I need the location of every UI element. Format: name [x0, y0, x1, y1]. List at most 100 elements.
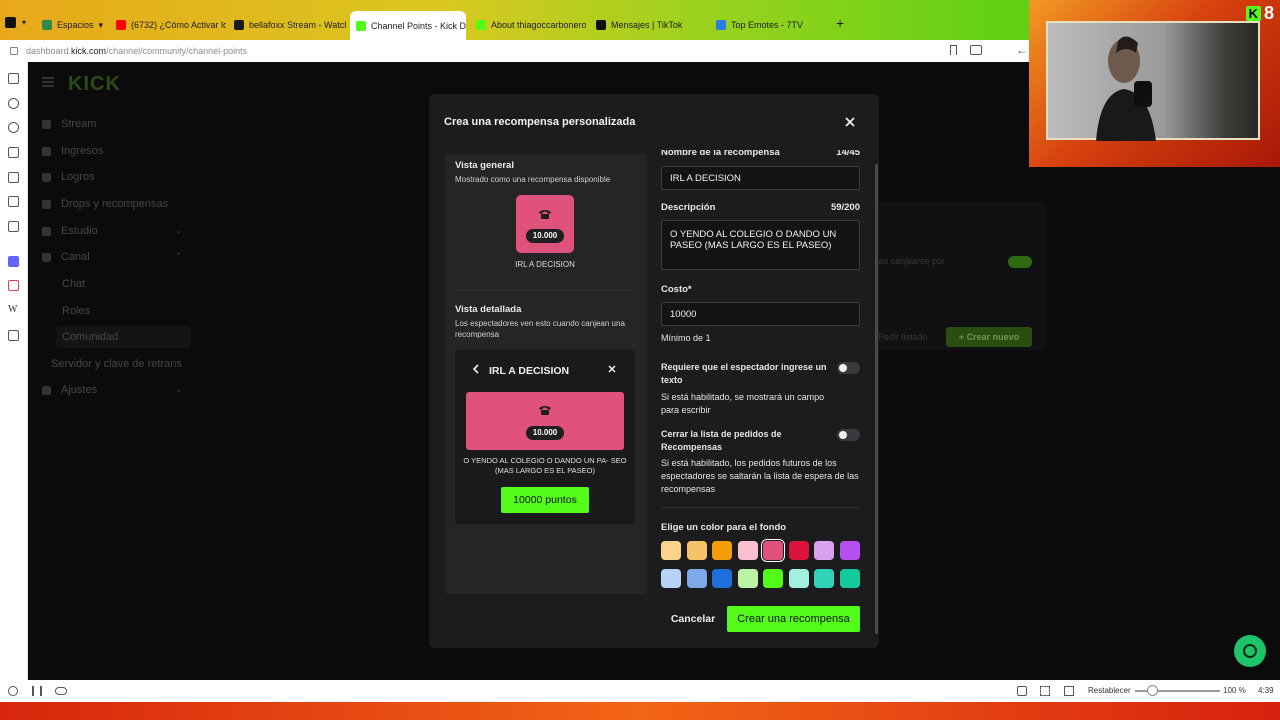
bookmark-icon[interactable] [950, 45, 957, 55]
skip-queue-help: Si está habilitado, los pedidos futuros … [661, 458, 859, 494]
close-icon [608, 365, 616, 373]
background-toggle-hint: len canjearse por [876, 256, 946, 266]
sidebar-item-stream[interactable]: Stream [42, 118, 96, 130]
color-swatch[interactable] [737, 569, 758, 588]
detail-description: O YENDO AL COLEGIO O DANDO UN PA- SEO (M… [463, 456, 627, 475]
sidebar-item-canal[interactable]: Canal [42, 251, 90, 263]
require-text-toggle[interactable] [837, 362, 860, 374]
color-swatch[interactable] [661, 569, 681, 588]
cost-input[interactable]: 10000 [661, 302, 860, 326]
settings-icon[interactable] [8, 686, 18, 696]
cancel-button[interactable]: Cancelar [669, 610, 717, 628]
tab-espacios[interactable]: Espacios ▾ [36, 12, 108, 38]
background-toggle[interactable] [1008, 256, 1032, 268]
address-bar[interactable]: dashboard.kick.com/channel/community/cha… [0, 40, 1030, 62]
url-text[interactable]: dashboard.kick.com/channel/community/cha… [26, 46, 247, 56]
color-swatch[interactable] [763, 569, 783, 588]
zoom-slider-knob[interactable] [1147, 685, 1158, 696]
list-button[interactable]: Pedir listado [878, 332, 928, 342]
color-swatch[interactable] [788, 569, 809, 588]
color-swatch[interactable] [661, 541, 681, 560]
webcam-feed [1046, 21, 1260, 141]
mastodon-icon[interactable] [8, 256, 19, 267]
redeem-points-button[interactable]: 10000 puntos [501, 487, 589, 513]
cloud-icon[interactable] [55, 687, 67, 695]
color-swatch[interactable] [686, 569, 707, 588]
chevron-down-icon[interactable]: ⌄ [175, 384, 183, 395]
chevron-up-icon[interactable]: ⌃ [175, 251, 183, 262]
color-swatch[interactable] [839, 569, 860, 588]
tab-tiktok[interactable]: Mensajes | TikTok [590, 12, 708, 38]
tab-about[interactable]: About thiagoccarbonero - [470, 12, 586, 38]
bookmarks-icon[interactable] [8, 73, 19, 84]
sidebar-item-ingresos[interactable]: Ingresos [42, 145, 103, 157]
page-actions-icon[interactable] [1064, 686, 1074, 696]
new-tab-icon[interactable]: + [836, 15, 844, 31]
reset-zoom-label[interactable]: Restablecer [1088, 686, 1131, 695]
color-swatch[interactable] [814, 541, 834, 560]
history-icon[interactable] [8, 122, 19, 133]
divider [455, 290, 635, 291]
sidebar-item-drops[interactable]: Drops y recompensas [42, 198, 168, 210]
person-silhouette [1096, 36, 1156, 141]
page-tiling-icon[interactable] [1040, 686, 1050, 696]
downloads-icon[interactable] [8, 98, 19, 109]
tab-bellafoxx[interactable]: bellafoxx Stream - Watch L [228, 12, 346, 38]
vivaldi-icon[interactable] [8, 280, 19, 291]
sidebar-item-chat[interactable]: Chat [62, 278, 85, 290]
chevron-down-icon[interactable]: ▾ [22, 18, 26, 27]
support-chat-button[interactable] [1234, 635, 1266, 667]
tab-label: bellafoxx Stream - Watch L [249, 20, 346, 30]
back-arrow-icon[interactable]: ← [1016, 43, 1028, 57]
create-new-button[interactable]: + Crear nuevo [946, 327, 1032, 347]
color-swatch[interactable] [686, 541, 707, 560]
lock-icon [10, 47, 18, 55]
tab-channel-points[interactable]: Channel Points - Kick Dash [350, 11, 466, 40]
color-swatch[interactable] [712, 569, 732, 588]
detail-banner: 10.000 [466, 392, 624, 450]
tab-label: Espacios [57, 20, 94, 30]
notes-icon[interactable] [8, 147, 19, 158]
description-textarea[interactable]: O YENDO AL COLEGIO O DANDO UN PASEO (MAS… [661, 220, 860, 270]
form-scrollbar[interactable] [875, 164, 878, 634]
sidebar-toggle-icon[interactable] [970, 45, 982, 55]
create-reward-button[interactable]: Crear una recompensa [727, 606, 860, 632]
color-swatch[interactable] [788, 541, 809, 560]
zoom-level: 100 % [1223, 686, 1246, 695]
menu-icon[interactable] [42, 77, 54, 87]
skip-queue-toggle[interactable] [837, 429, 860, 441]
tab-youtube[interactable]: (6732) ¿Cómo Activar los P [110, 12, 226, 38]
detailed-subtitle: Los espectadores ven esto cuando canjean… [455, 319, 625, 339]
sidebar-item-ajustes[interactable]: Ajustes [42, 384, 97, 396]
name-input[interactable]: IRL A DECISION [661, 166, 860, 190]
browser-logo-icon[interactable] [5, 17, 16, 28]
color-swatch[interactable] [761, 539, 785, 562]
create-reward-modal: Crea una recompensa personalizada Vista … [429, 94, 879, 648]
color-swatch[interactable] [712, 541, 732, 560]
sidebar-item-logros[interactable]: Logros [42, 171, 95, 183]
color-swatch[interactable] [839, 541, 860, 560]
clock: 4:39 [1258, 686, 1274, 695]
sidebar-item-comunidad[interactable]: Comunidad [62, 331, 118, 343]
sidebar-item-servidor[interactable]: Servidor y clave de retrans [51, 358, 182, 370]
translate-icon[interactable] [8, 172, 19, 183]
kick-logo[interactable]: KICK [68, 73, 121, 96]
taskbar-strip [0, 702, 1280, 720]
color-swatch[interactable] [737, 541, 758, 560]
wikipedia-icon[interactable]: W [8, 304, 17, 315]
tab-7tv[interactable]: Top Emotes - 7TV [710, 12, 828, 38]
reading-list-icon[interactable] [8, 196, 19, 207]
color-swatch[interactable] [814, 569, 834, 588]
chevron-down-icon: ▾ [98, 19, 104, 30]
add-panel-icon[interactable] [8, 330, 19, 341]
studio-icon [42, 226, 51, 236]
window-icon[interactable] [8, 221, 19, 232]
tiling-icon[interactable] [32, 686, 42, 696]
kick-icon [476, 20, 486, 30]
capture-icon[interactable] [1017, 686, 1027, 696]
chevron-down-icon[interactable]: ⌄ [175, 225, 183, 236]
sidebar-item-estudio[interactable]: Estudio [42, 225, 98, 237]
back-arrow-icon [472, 364, 479, 374]
close-icon[interactable] [842, 114, 858, 130]
sidebar-item-roles[interactable]: Roles [62, 305, 90, 317]
